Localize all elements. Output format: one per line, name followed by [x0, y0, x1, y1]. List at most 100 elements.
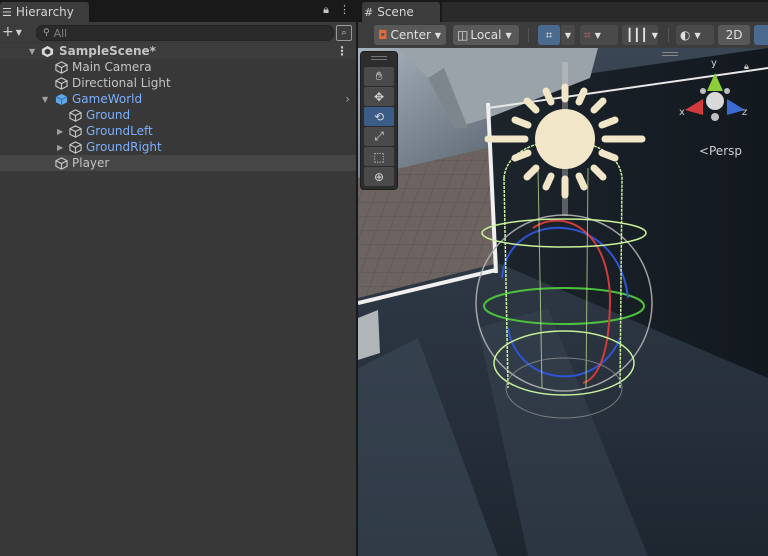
scene-toolbar: ◘ Center ▼ ◫ Local ▼ ⌗ ▼ ⌗ ▼ ┃┃┃ ▼ ◐ ▼ 2… — [358, 22, 768, 48]
tree-item-groundright[interactable]: ▶ GroundRight — [0, 139, 356, 155]
projection-label: Persp — [709, 144, 742, 158]
list-icon: ☰ — [2, 5, 12, 19]
hierarchy-tab-bar: ☰ Hierarchy 🔒︎ ⋮ — [0, 0, 356, 22]
local-space-icon: ◫ — [457, 28, 469, 42]
tree-item-label: Ground — [86, 108, 131, 122]
tab-scene[interactable]: # Scene — [362, 2, 440, 22]
grid-snap-dropdown[interactable]: ▼ — [561, 25, 575, 45]
scene-name: SampleScene* — [59, 44, 156, 58]
scene-viewport[interactable]: y x z 🔒︎ <Persp ✋︎ ✥ ⟲ ⤢ ⬚ ⊕ — [358, 48, 768, 556]
move-tool-button[interactable]: ✥ — [364, 87, 394, 106]
tree-item-label: Main Camera — [72, 60, 152, 74]
mode-2d-button[interactable]: 2D — [718, 25, 750, 45]
hierarchy-tree: ▼ SampleScene* ⋮ Main Camera Directional… — [0, 42, 356, 556]
space-local-dropdown[interactable]: ◫ Local ▼ — [453, 25, 519, 45]
axis-z-label: z — [742, 107, 748, 118]
hierarchy-toolbar: + ▼ ⚲ All ⌕ — [0, 22, 356, 42]
projection-toggle[interactable]: <Persp — [699, 144, 742, 158]
chevron-down-icon: ▼ — [651, 30, 658, 40]
gizmo-scale-dropdown[interactable]: ┃┃┃ ▼ — [622, 25, 658, 45]
search-input[interactable]: ⚲ All — [36, 25, 334, 41]
toolbar-separator — [668, 28, 669, 42]
shading-sphere-icon: ◐ — [680, 28, 691, 42]
increment-snap-dropdown[interactable]: ⌗ ▼ — [580, 25, 618, 45]
lighting-toggle[interactable] — [754, 25, 768, 45]
tab-scene-label: Scene — [377, 5, 414, 19]
gameobject-icon — [55, 60, 68, 74]
tree-item-label: GroundRight — [86, 140, 162, 154]
transform-tool-button[interactable]: ⊕ — [364, 167, 394, 186]
overlay-drag-handle[interactable] — [361, 56, 397, 66]
rect-tool-button[interactable]: ⬚ — [364, 147, 394, 166]
lock-icon[interactable]: 🔒︎ — [323, 3, 329, 17]
scale-tool-button[interactable]: ⤢ — [364, 127, 394, 146]
ruler-icon: ┃┃┃ — [626, 28, 648, 42]
tree-item-main-camera[interactable]: Main Camera — [0, 59, 356, 75]
scene-row[interactable]: ▼ SampleScene* ⋮ — [0, 43, 356, 59]
unity-scene-icon — [41, 45, 54, 57]
tab-hierarchy-label: Hierarchy — [15, 5, 74, 19]
rotate-tool-button[interactable]: ⟲ — [364, 107, 394, 126]
gameobject-icon — [55, 76, 68, 90]
search-filter-button[interactable]: ⌕ — [336, 25, 352, 41]
grid-snap-icon: ⌗ — [545, 27, 553, 42]
add-button[interactable]: + ▼ — [0, 24, 28, 40]
space-label: Local — [470, 28, 502, 42]
grid-snap-button[interactable]: ⌗ — [538, 25, 560, 45]
snap-increment-icon: ⌗ — [584, 27, 591, 42]
tab-strip-empty — [442, 2, 768, 22]
tree-item-label: Player — [72, 156, 110, 170]
hand-tool-button[interactable]: ✋︎ — [364, 67, 394, 86]
tree-item-groundleft[interactable]: ▶ GroundLeft — [0, 123, 356, 139]
tree-item-label: GameWorld — [72, 92, 143, 106]
search-icon: ⚲ — [43, 28, 50, 38]
chevron-down-icon: ▼ — [434, 30, 442, 40]
projection-arrow-icon: < — [698, 144, 709, 158]
expand-arrow-icon[interactable]: ▶ — [57, 127, 63, 136]
scene-tab-bar: # Scene — [358, 0, 768, 22]
axis-x-label: x — [679, 107, 685, 118]
search-placeholder: All — [53, 26, 68, 40]
gizmo-lock-icon[interactable]: 🔒︎ — [744, 62, 749, 72]
move-icon: ✥ — [373, 89, 385, 104]
mode-2d-label: 2D — [725, 28, 743, 42]
hierarchy-panel: ☰ Hierarchy 🔒︎ ⋮ + ▼ ⚲ All ⌕ ▼ SampleSce… — [0, 0, 356, 556]
expand-arrow-icon[interactable]: ▶ — [57, 143, 63, 152]
prefab-child-icon — [69, 140, 82, 154]
rotate-icon: ⟲ — [373, 109, 385, 124]
tab-hierarchy[interactable]: ☰ Hierarchy — [0, 2, 89, 22]
chevron-right-icon[interactable]: › — [345, 92, 350, 106]
chevron-down-icon: ▼ — [594, 30, 601, 40]
tree-item-label: Directional Light — [72, 76, 171, 90]
scene-render — [358, 48, 768, 556]
scene-panel: # Scene ◘ Center ▼ ◫ Local ▼ ⌗ ▼ ⌗ ▼ ┃┃┃… — [358, 0, 768, 556]
grid-icon: # — [364, 5, 374, 19]
gameobject-icon — [55, 156, 68, 170]
gizmo-drag-handle[interactable] — [662, 52, 678, 56]
tree-item-label: GroundLeft — [86, 124, 153, 138]
chevron-down-icon: ▼ — [505, 30, 512, 40]
prefab-icon — [55, 93, 68, 105]
chevron-down-icon: ▼ — [15, 27, 22, 37]
tree-item-player[interactable]: Player — [0, 155, 356, 171]
tree-item-ground[interactable]: Ground — [0, 107, 356, 123]
tree-item-directional-light[interactable]: Directional Light — [0, 75, 356, 91]
pivot-label: Center — [390, 28, 431, 42]
plus-icon: + — [2, 24, 14, 40]
expand-arrow-icon[interactable]: ▼ — [42, 95, 48, 104]
axis-y-label: y — [711, 58, 717, 69]
prefab-child-icon — [69, 124, 82, 138]
transform-icon: ⊕ — [373, 169, 385, 184]
chevron-down-icon: ▼ — [694, 30, 701, 40]
scene-menu-icon[interactable]: ⋮ — [336, 44, 348, 58]
pivot-center-dropdown[interactable]: ◘ Center ▼ — [374, 25, 446, 45]
shading-mode-dropdown[interactable]: ◐ ▼ — [676, 25, 714, 45]
chevron-down-icon: ▼ — [564, 30, 572, 40]
pivot-icon: ◘ — [378, 28, 388, 42]
kebab-icon[interactable]: ⋮ — [339, 3, 350, 17]
tools-overlay: ✋︎ ✥ ⟲ ⤢ ⬚ ⊕ — [360, 51, 398, 190]
expand-arrow-icon[interactable]: ▼ — [29, 47, 35, 56]
prefab-child-icon — [69, 108, 82, 122]
scale-icon: ⤢ — [374, 129, 384, 143]
tree-item-gameworld[interactable]: ▼ GameWorld › — [0, 91, 356, 107]
